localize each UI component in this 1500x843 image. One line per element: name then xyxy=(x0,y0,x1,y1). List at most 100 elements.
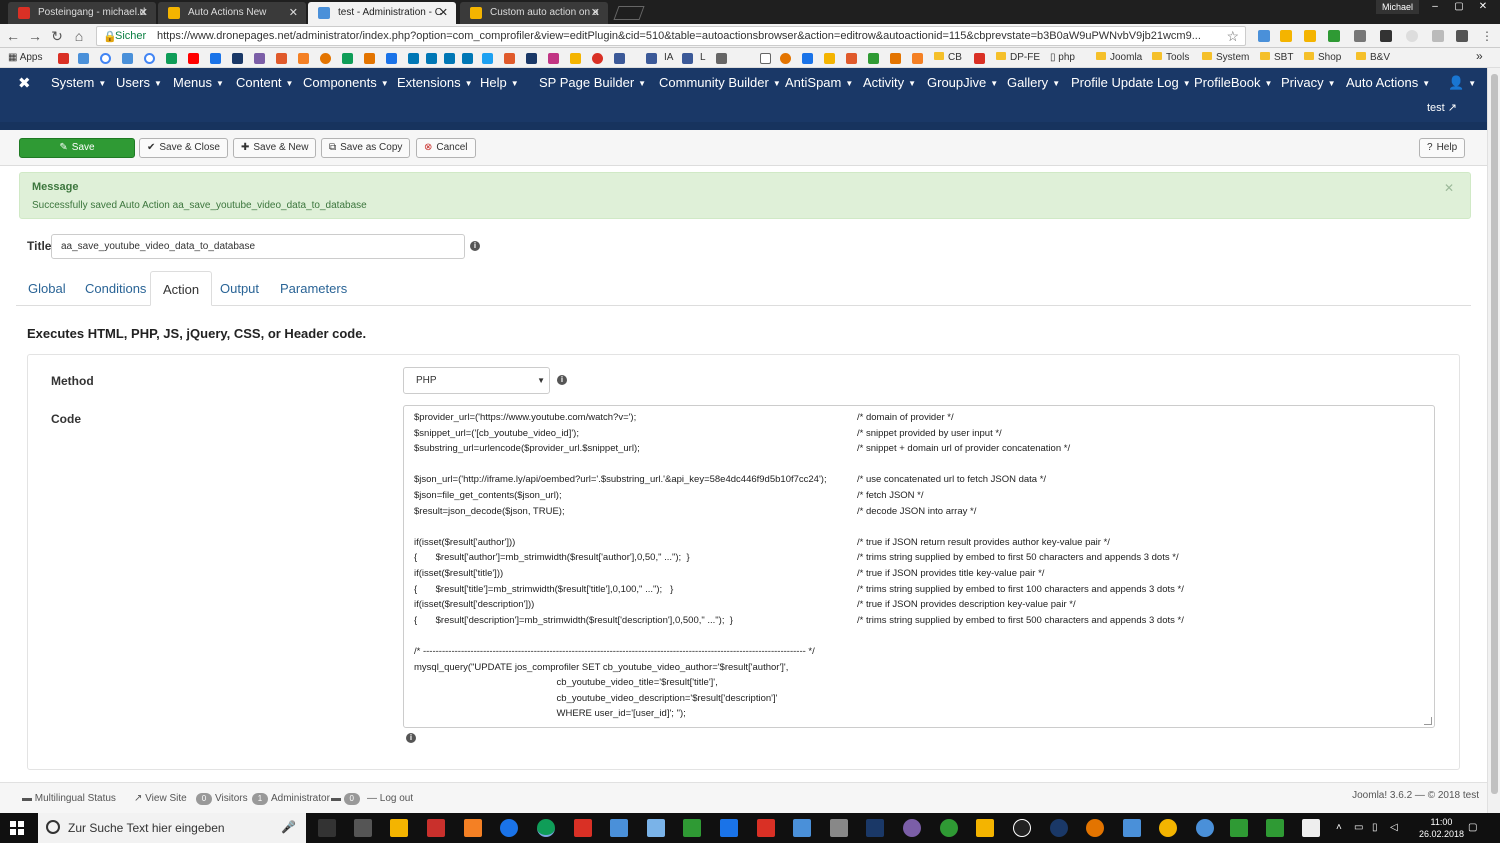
taskbar-app-icon[interactable] xyxy=(683,819,701,837)
new-tab-button[interactable] xyxy=(613,6,645,20)
view-site-link[interactable]: ↗ View Site xyxy=(134,793,187,804)
taskbar-app-icon[interactable] xyxy=(940,819,958,837)
save-close-button[interactable]: ✔ Save & Close xyxy=(139,138,228,158)
bookmark-icon[interactable] xyxy=(386,53,397,64)
browser-tab-inbox[interactable]: Posteingang - michael.d ✕ xyxy=(8,2,156,24)
bookmark-icon[interactable] xyxy=(232,53,243,64)
extension-icon[interactable] xyxy=(1432,30,1444,42)
joomla-logo-icon[interactable]: ✖ xyxy=(18,74,31,92)
taskbar-app-icon[interactable] xyxy=(830,819,848,837)
code-textarea[interactable]: $provider_url=('https://www.youtube.com/… xyxy=(403,405,1435,728)
page-icon[interactable] xyxy=(760,53,771,64)
taskbar-app-icon[interactable] xyxy=(1196,819,1214,837)
close-icon[interactable]: ✕ xyxy=(1444,181,1454,195)
taskbar-app-icon[interactable] xyxy=(647,819,665,837)
close-window-icon[interactable]: ✕ xyxy=(1472,0,1494,14)
profile-button[interactable]: Michael xyxy=(1376,0,1420,14)
taskbar-app-icon[interactable] xyxy=(318,819,336,837)
twitter-icon[interactable] xyxy=(482,53,493,64)
forward-icon[interactable]: → xyxy=(26,27,44,45)
extension-icon[interactable] xyxy=(1258,30,1270,42)
bookmark-icon[interactable] xyxy=(320,53,331,64)
bookmark-folder-cb[interactable]: CB xyxy=(934,52,962,63)
bookmark-icon[interactable] xyxy=(802,53,813,64)
taskbar-app-icon[interactable] xyxy=(793,819,811,837)
volume-icon[interactable]: ◁ xyxy=(1390,822,1398,833)
google-icon[interactable] xyxy=(100,53,111,64)
taskbar-app-icon[interactable] xyxy=(720,819,738,837)
taskbar-app-icon[interactable] xyxy=(610,819,628,837)
bookmark-star-icon[interactable]: ☆ xyxy=(1226,28,1239,45)
more-bookmarks-icon[interactable]: » xyxy=(1476,49,1483,63)
bookmark-icon[interactable] xyxy=(276,53,287,64)
bookmark-folder-system[interactable]: System xyxy=(1202,52,1249,63)
taskbar-app-icon[interactable] xyxy=(757,819,775,837)
taskbar-search[interactable]: Zur Suche Text hier eingeben 🎤 xyxy=(38,813,306,843)
back-icon[interactable]: ← xyxy=(4,27,22,45)
battery-icon[interactable]: ▯ xyxy=(1372,822,1378,833)
contacts-icon[interactable] xyxy=(122,53,133,64)
multilingual-status-link[interactable]: ▬ Multilingual Status xyxy=(22,793,116,804)
menu-content[interactable]: Content ▼ xyxy=(236,75,293,90)
video-icon[interactable] xyxy=(210,53,221,64)
visitors-status[interactable]: 0 Visitors xyxy=(196,793,248,805)
taskbar-app-icon[interactable] xyxy=(976,819,994,837)
site-link[interactable]: test ↗ xyxy=(1427,101,1457,114)
bookmark-icon[interactable] xyxy=(526,53,537,64)
bookmark-folder-shop[interactable]: Shop xyxy=(1304,52,1341,63)
linkedin-icon[interactable] xyxy=(444,53,455,64)
taskbar-app-icon[interactable] xyxy=(1050,819,1068,837)
tab-output[interactable]: Output xyxy=(208,271,271,306)
instagram-icon[interactable] xyxy=(548,53,559,64)
menu-gallery[interactable]: Gallery ▼ xyxy=(1007,75,1060,90)
user-menu[interactable]: 👤 ▼ xyxy=(1448,75,1476,91)
facebook-icon[interactable] xyxy=(646,53,657,64)
page-scrollbar[interactable] xyxy=(1487,68,1500,813)
extension-icon[interactable] xyxy=(1456,30,1468,42)
facebook-icon[interactable] xyxy=(614,53,625,64)
bookmark-icon[interactable] xyxy=(912,53,923,64)
menu-components[interactable]: Components ▼ xyxy=(303,75,389,90)
notification-icon[interactable]: ▢ xyxy=(1468,822,1477,833)
taskbar-app-icon[interactable] xyxy=(354,819,372,837)
close-icon[interactable]: ✕ xyxy=(289,2,298,24)
bookmark-folder-sbt[interactable]: SBT xyxy=(1260,52,1293,63)
method-select[interactable]: PHP ▼ xyxy=(403,367,550,394)
taskbar-app-icon[interactable] xyxy=(1266,819,1284,837)
minimize-icon[interactable]: – xyxy=(1424,0,1446,14)
scrollbar-thumb[interactable] xyxy=(1491,74,1498,794)
menu-groupjive[interactable]: GroupJive ▼ xyxy=(927,75,998,90)
bookmark-icon[interactable] xyxy=(846,53,857,64)
taskbar-clock[interactable]: 11:00 26.02.2018 xyxy=(1419,816,1464,840)
save-copy-button[interactable]: ⧉ Save as Copy xyxy=(321,138,411,158)
bookmark-folder-bv[interactable]: B&V xyxy=(1356,52,1390,63)
menu-privacy[interactable]: Privacy ▼ xyxy=(1281,75,1336,90)
bookmark-icon[interactable] xyxy=(868,53,879,64)
bookmark-icon[interactable] xyxy=(364,53,375,64)
save-button[interactable]: ✎ Save xyxy=(19,138,135,158)
info-icon[interactable]: i xyxy=(557,375,567,385)
menu-system[interactable]: System ▼ xyxy=(51,75,106,90)
calendar-icon[interactable] xyxy=(78,53,89,64)
extension-icon[interactable] xyxy=(1406,30,1418,42)
gmail-icon[interactable] xyxy=(58,53,69,64)
bookmark-icon[interactable] xyxy=(504,53,515,64)
bookmark-icon[interactable] xyxy=(592,53,603,64)
menu-sp-page-builder[interactable]: SP Page Builder ▼ xyxy=(539,75,646,90)
menu-users[interactable]: Users ▼ xyxy=(116,75,162,90)
google-icon[interactable] xyxy=(144,53,155,64)
tab-parameters[interactable]: Parameters xyxy=(268,271,359,306)
vlc-icon[interactable] xyxy=(464,819,482,837)
bookmark-icon[interactable] xyxy=(254,53,265,64)
bookmark-icon[interactable] xyxy=(890,53,901,64)
microphone-icon[interactable]: 🎤 xyxy=(281,820,296,834)
acrobat-icon[interactable] xyxy=(574,819,592,837)
bookmark-icon[interactable] xyxy=(298,53,309,64)
resize-handle[interactable] xyxy=(1424,717,1432,725)
taskbar-app-icon[interactable] xyxy=(903,819,921,837)
bookmark-folder-tools[interactable]: Tools xyxy=(1152,52,1189,63)
extension-icon[interactable] xyxy=(1280,30,1292,42)
file-explorer-icon[interactable] xyxy=(390,819,408,837)
drive-icon[interactable] xyxy=(166,53,177,64)
menu-antispam[interactable]: AntiSpam ▼ xyxy=(785,75,853,90)
